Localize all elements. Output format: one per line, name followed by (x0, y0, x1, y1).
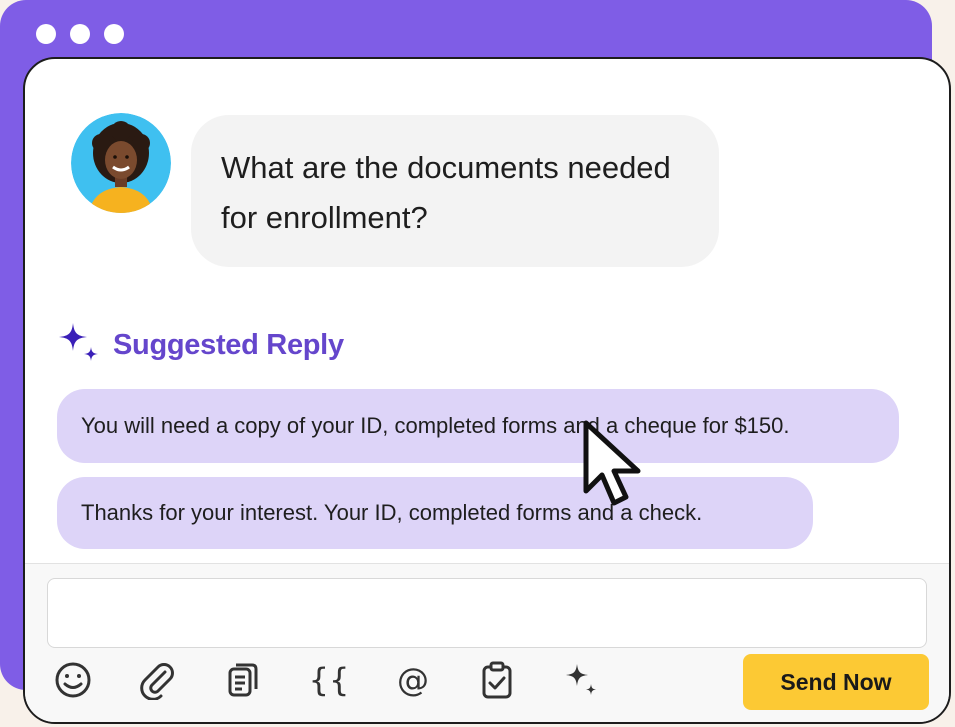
suggested-reply-header: Suggested Reply (55, 321, 344, 369)
sparkle-icon (55, 319, 103, 372)
window-dot[interactable] (36, 24, 56, 44)
chat-window: What are the documents needed for enroll… (23, 57, 951, 724)
suggested-reply-option[interactable]: Thanks for your interest. Your ID, compl… (57, 477, 813, 549)
document-icon[interactable] (221, 658, 265, 702)
suggested-reply-title: Suggested Reply (113, 328, 344, 361)
emoji-icon[interactable] (51, 658, 95, 702)
sparkle-icon[interactable] (559, 658, 603, 702)
composer-area: {{ @ Send Now (25, 563, 949, 722)
message-input[interactable] (47, 578, 927, 648)
variables-icon[interactable]: {{ (307, 658, 351, 702)
window-dot[interactable] (104, 24, 124, 44)
paperclip-icon[interactable] (135, 658, 179, 702)
window-dot[interactable] (70, 24, 90, 44)
user-avatar (71, 113, 171, 213)
mouse-pointer-icon (580, 419, 650, 511)
mention-icon[interactable]: @ (391, 658, 435, 702)
incoming-message: What are the documents needed for enroll… (191, 115, 719, 267)
suggested-reply-text: You will need a copy of your ID, complet… (81, 413, 790, 438)
window-controls (36, 24, 124, 44)
clipboard-check-icon[interactable] (475, 658, 519, 702)
suggested-reply-option[interactable]: You will need a copy of your ID, complet… (57, 389, 899, 463)
send-now-button[interactable]: Send Now (743, 654, 929, 710)
